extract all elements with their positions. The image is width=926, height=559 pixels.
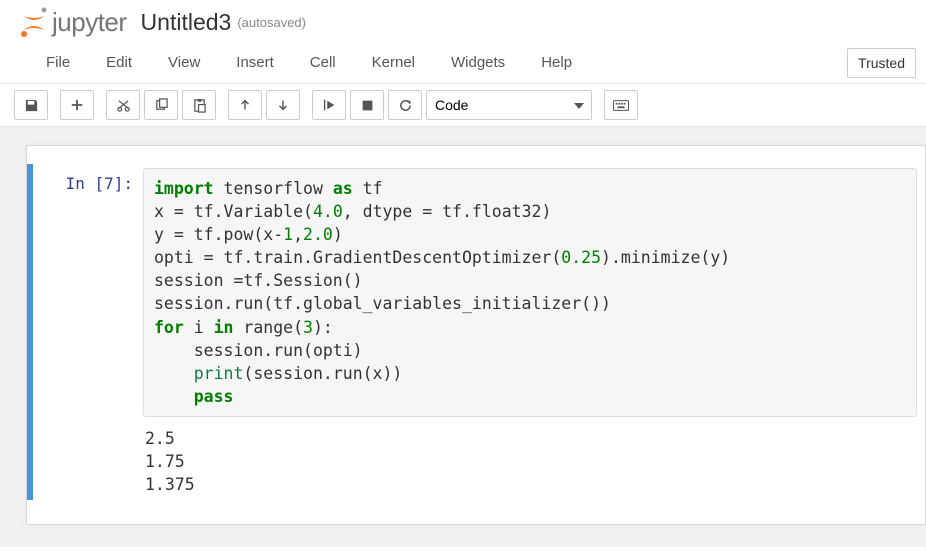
toolbar: Code	[0, 84, 926, 127]
menu-help[interactable]: Help	[523, 46, 590, 79]
autosave-status: (autosaved)	[237, 15, 306, 30]
menu-bar: File Edit View Insert Cell Kernel Widget…	[0, 42, 926, 84]
arrow-down-icon	[276, 98, 290, 112]
notebook: In [7]: import tensorflow as tf x = tf.V…	[26, 145, 926, 525]
notebook-container: In [7]: import tensorflow as tf x = tf.V…	[0, 127, 926, 547]
notebook-title[interactable]: Untitled3	[141, 9, 232, 36]
menu-insert[interactable]: Insert	[218, 46, 292, 79]
copy-button[interactable]	[144, 90, 178, 120]
cut-button[interactable]	[106, 90, 140, 120]
menu-view[interactable]: View	[150, 46, 218, 79]
jupyter-icon	[18, 6, 50, 38]
arrow-up-icon	[238, 98, 252, 112]
interrupt-button[interactable]	[350, 90, 384, 120]
restart-button[interactable]	[388, 90, 422, 120]
move-down-button[interactable]	[266, 90, 300, 120]
trusted-indicator[interactable]: Trusted	[847, 48, 916, 78]
stop-icon	[361, 99, 374, 112]
refresh-icon	[398, 98, 413, 113]
input-prompt: In [7]:	[33, 168, 143, 496]
save-button[interactable]	[14, 90, 48, 120]
cell-output: 2.5 1.75 1.375	[143, 417, 917, 496]
menu-kernel[interactable]: Kernel	[354, 46, 433, 79]
jupyter-logo[interactable]: jupyter	[18, 6, 127, 38]
paste-icon	[192, 98, 207, 113]
save-icon	[24, 98, 39, 113]
scissors-icon	[116, 98, 131, 113]
paste-button[interactable]	[182, 90, 216, 120]
menu-edit[interactable]: Edit	[88, 46, 150, 79]
run-button[interactable]	[312, 90, 346, 120]
plus-icon	[70, 98, 84, 112]
keyboard-icon	[613, 99, 629, 112]
code-cell[interactable]: In [7]: import tensorflow as tf x = tf.V…	[27, 164, 925, 500]
menu-file[interactable]: File	[28, 46, 88, 79]
copy-icon	[154, 98, 169, 113]
cell-type-select[interactable]: Code	[426, 90, 592, 120]
code-input[interactable]: import tensorflow as tf x = tf.Variable(…	[143, 168, 917, 417]
run-icon	[322, 98, 336, 112]
add-cell-button[interactable]	[60, 90, 94, 120]
cell-body: import tensorflow as tf x = tf.Variable(…	[143, 168, 925, 496]
command-palette-button[interactable]	[604, 90, 638, 120]
menu-widgets[interactable]: Widgets	[433, 46, 523, 79]
move-up-button[interactable]	[228, 90, 262, 120]
menu-cell[interactable]: Cell	[292, 46, 354, 79]
header: jupyter Untitled3 (autosaved)	[0, 0, 926, 42]
logo-text: jupyter	[52, 7, 127, 38]
